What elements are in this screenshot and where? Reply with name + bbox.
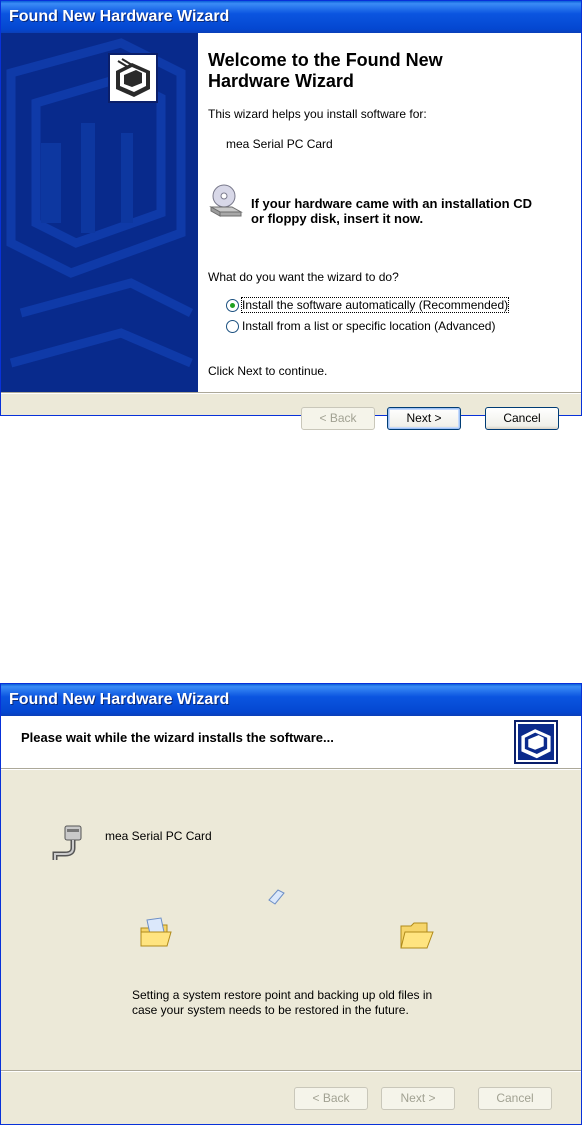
radio-advanced[interactable]	[226, 320, 239, 333]
cancel-button[interactable]: Cancel	[478, 1087, 552, 1110]
question-text: What do you want the wizard to do?	[208, 270, 399, 284]
next-button[interactable]: Next >	[381, 1087, 455, 1110]
radio-selected-dot	[230, 303, 235, 308]
source-folder-icon	[139, 916, 175, 952]
window-title: Found New Hardware Wizard	[9, 8, 230, 25]
footer-hint: Click Next to continue.	[208, 364, 328, 378]
wizard-welcome-window: Found New Hardware Wizard Welcome to the…	[0, 0, 582, 430]
wizard-progress-area: mea Serial PC Card Setting a system rest…	[1, 770, 581, 1070]
button-bar: < Back Next > Cancel	[1, 1072, 581, 1124]
option-advanced-label[interactable]: Install from a list or specific location…	[242, 319, 495, 333]
device-name: mea Serial PC Card	[226, 137, 333, 151]
wizard-content: Welcome to the Found New Hardware Wizard…	[198, 33, 581, 392]
wizard-header: Please wait while the wizard installs th…	[1, 716, 581, 768]
window-title: Found New Hardware Wizard	[9, 691, 230, 708]
window-title-bar[interactable]: Found New Hardware Wizard	[1, 1, 581, 33]
hardware-wizard-icon	[514, 720, 558, 764]
flying-document-icon	[266, 888, 286, 906]
page-title: Welcome to the Found New Hardware Wizard	[208, 50, 443, 91]
button-bar: < Back Next > Cancel	[1, 392, 581, 430]
option-automatic-label[interactable]: Install the software automatically (Reco…	[240, 297, 510, 313]
serial-port-icon	[51, 824, 83, 864]
next-button[interactable]: Next >	[387, 407, 461, 430]
hardware-banner-graphic	[6, 38, 194, 368]
window-title-bar[interactable]: Found New Hardware Wizard	[1, 684, 581, 716]
intro-text: This wizard helps you install software f…	[208, 107, 427, 121]
status-text: Setting a system restore point and backi…	[132, 988, 433, 1017]
insert-cd-instruction: If your hardware came with an installati…	[251, 196, 533, 226]
wizard-side-banner	[1, 33, 198, 392]
device-name: mea Serial PC Card	[105, 829, 212, 843]
cancel-button[interactable]: Cancel	[485, 407, 559, 430]
wizard-installing-window: Found New Hardware Wizard Please wait wh…	[0, 683, 582, 1125]
cd-drive-icon	[208, 183, 244, 219]
destination-folder-icon	[399, 920, 435, 954]
back-button[interactable]: < Back	[301, 407, 375, 430]
back-button[interactable]: < Back	[294, 1087, 368, 1110]
hardware-wizard-icon	[108, 53, 158, 103]
radio-automatic[interactable]	[226, 299, 239, 312]
page-title: Please wait while the wizard installs th…	[21, 730, 334, 745]
